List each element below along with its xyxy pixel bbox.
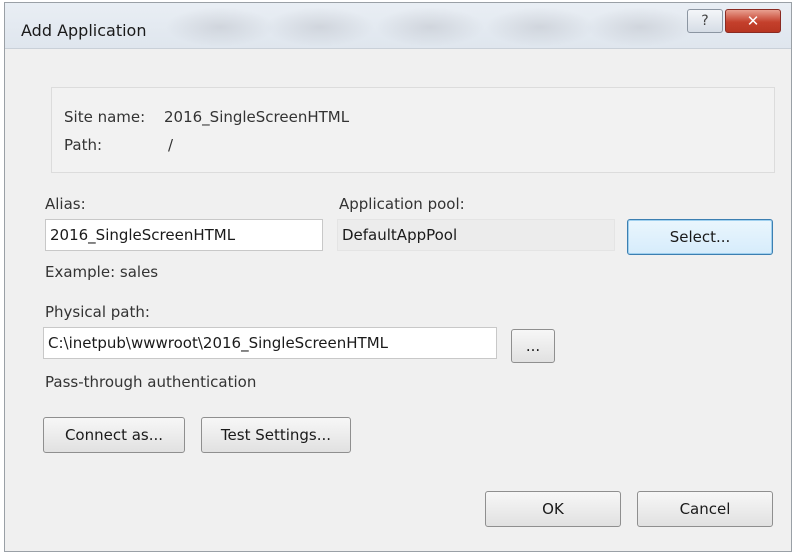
application-pool-field: DefaultAppPool	[337, 219, 615, 251]
site-info-panel: Site name: 2016_SingleScreenHTML Path: /	[51, 87, 775, 173]
connect-as-button[interactable]: Connect as...	[43, 417, 185, 453]
alias-example: Example: sales	[45, 263, 159, 281]
background-blur	[375, 7, 485, 47]
site-name-value: 2016_SingleScreenHTML	[164, 108, 350, 126]
path-value: /	[168, 136, 174, 154]
test-settings-button[interactable]: Test Settings...	[201, 417, 351, 453]
close-icon: ✕	[746, 12, 760, 30]
close-button[interactable]: ✕	[725, 9, 781, 33]
help-icon: ?	[701, 13, 709, 29]
site-name-label: Site name:	[64, 108, 146, 126]
title-bar[interactable]: Add Application ? ✕	[5, 3, 791, 49]
background-blur	[265, 7, 375, 47]
help-button[interactable]: ?	[687, 9, 723, 33]
physical-path-input[interactable]: C:\inetpub\wwwroot\2016_SingleScreenHTML	[43, 327, 497, 359]
select-pool-button[interactable]: Select...	[627, 219, 773, 255]
browse-path-button[interactable]: ...	[511, 329, 555, 363]
alias-input[interactable]: 2016_SingleScreenHTML	[45, 219, 323, 251]
ok-button[interactable]: OK	[485, 491, 621, 527]
application-pool-label: Application pool:	[339, 195, 465, 213]
pass-through-auth-label: Pass-through authentication	[45, 373, 257, 391]
background-blur	[485, 7, 595, 47]
alias-label: Alias:	[45, 195, 86, 213]
background-blur	[585, 7, 695, 47]
background-blur	[165, 7, 275, 47]
path-label: Path:	[64, 136, 103, 154]
physical-path-label: Physical path:	[45, 303, 150, 321]
cancel-button[interactable]: Cancel	[637, 491, 773, 527]
window-title: Add Application	[21, 21, 147, 40]
add-application-dialog: Add Application ? ✕ Site name: 2016_Sing…	[4, 2, 792, 552]
